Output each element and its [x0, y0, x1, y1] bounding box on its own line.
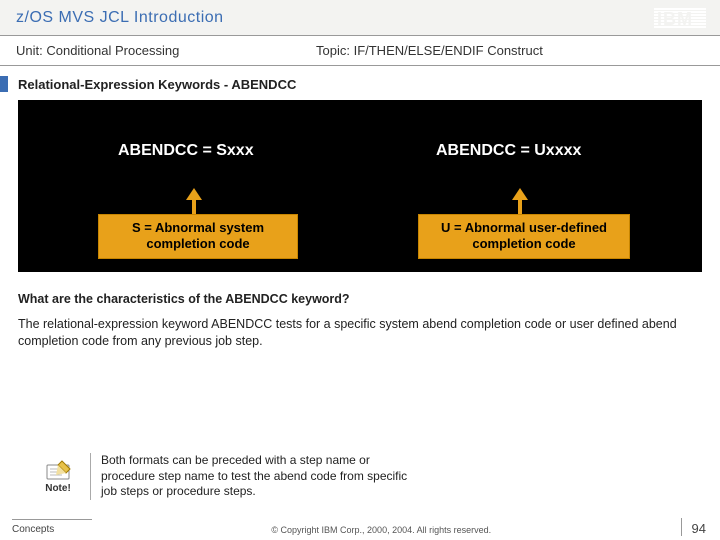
unit-value: Conditional Processing — [46, 43, 179, 58]
note-icon: Note! — [36, 459, 80, 494]
topic-label: Topic: IF/THEN/ELSE/ENDIF Construct — [316, 43, 543, 58]
topic-value: IF/THEN/ELSE/ENDIF Construct — [354, 43, 543, 58]
note-text: Both formats can be preceded with a step… — [90, 453, 410, 500]
svg-text:IBM: IBM — [657, 9, 693, 28]
note-block: Note! Both formats can be preceded with … — [0, 453, 720, 500]
slide-footer: Concepts © Copyright IBM Corp., 2000, 20… — [0, 514, 720, 540]
course-title: z/OS MVS JCL Introduction — [16, 9, 224, 27]
diagram-panel: ABENDCC = Sxxx ABENDCC = Uxxxx S = Abnor… — [18, 100, 702, 272]
slide-header: z/OS MVS JCL Introduction IBM — [0, 0, 720, 36]
question-heading: What are the characteristics of the ABEN… — [18, 292, 702, 306]
footer-section-label: Concepts — [12, 519, 92, 535]
slide-subheader: Unit: Conditional Processing Topic: IF/T… — [0, 36, 720, 66]
abendcc-uxxxx-heading: ABENDCC = Uxxxx — [436, 142, 581, 160]
system-code-callout: S = Abnormal system completion code — [98, 214, 298, 259]
topic-prefix: Topic: — [316, 43, 354, 58]
unit-prefix: Unit: — [16, 43, 46, 58]
abendcc-sxxx-heading: ABENDCC = Sxxx — [118, 142, 254, 160]
unit-label: Unit: Conditional Processing — [16, 43, 316, 58]
body-paragraph: The relational-expression keyword ABENDC… — [18, 316, 702, 350]
ibm-logo: IBM — [654, 8, 706, 28]
section-marker — [0, 76, 8, 92]
section-title-row: Relational-Expression Keywords - ABENDCC — [0, 66, 720, 100]
page-number: 94 — [692, 519, 706, 536]
arrow-stem — [518, 199, 522, 215]
section-title: Relational-Expression Keywords - ABENDCC — [18, 77, 296, 92]
copyright-text: © Copyright IBM Corp., 2000, 2004. All r… — [92, 519, 671, 535]
arrow-stem — [192, 199, 196, 215]
user-code-callout: U = Abnormal user-defined completion cod… — [418, 214, 630, 259]
note-label: Note! — [36, 483, 80, 494]
footer-divider — [681, 518, 682, 536]
